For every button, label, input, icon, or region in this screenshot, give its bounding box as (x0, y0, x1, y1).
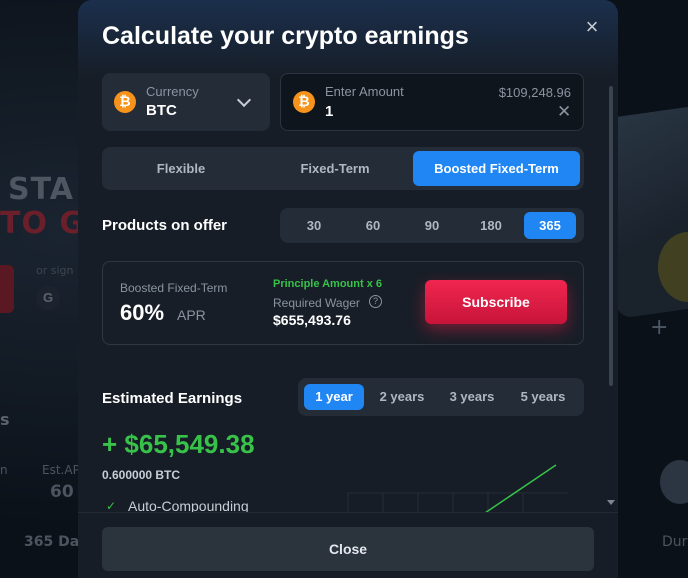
hero-line-1: STA (8, 172, 74, 207)
tab-30-days[interactable]: 30 (288, 212, 340, 239)
tab-90-days[interactable]: 90 (406, 212, 458, 239)
earnings-calculator-modal: Calculate your crypto earnings × ₿ Curre… (78, 0, 618, 578)
estimated-earnings-btc: 0.600000 BTC (102, 468, 181, 482)
tab-3-years[interactable]: 3 years (440, 384, 504, 410)
currency-value: BTC (146, 102, 177, 119)
bitcoin-icon: ₿ (293, 91, 315, 113)
estimated-earnings-label: Estimated Earnings (102, 390, 243, 407)
clear-icon[interactable]: ✕ (557, 103, 571, 120)
estimated-earnings-amount: + $65,549.38 (102, 429, 255, 459)
amount-usd-value: $109,248.96 (498, 85, 571, 100)
chart-grid (347, 492, 568, 512)
modal-footer: Close (78, 512, 618, 578)
background-section-title: s (0, 410, 11, 429)
bitcoin-icon: ₿ (114, 91, 136, 113)
plus-decoration: + (650, 315, 670, 340)
background-duration-label: Dur (662, 534, 688, 550)
offer-card: Boosted Fixed-Term 60% APR Principle Amo… (102, 261, 584, 345)
close-button[interactable]: Close (102, 527, 594, 571)
year-tabs: 1 year 2 years 3 years 5 years (298, 378, 584, 416)
amount-label: Enter Amount (325, 84, 404, 99)
tab-2-years[interactable]: 2 years (370, 384, 434, 410)
chart-earnings-line (485, 464, 557, 512)
tab-flexible[interactable]: Flexible (106, 151, 256, 186)
offer-type-label: Boosted Fixed-Term (120, 281, 228, 295)
modal-title: Calculate your crypto earnings (102, 22, 469, 50)
products-on-offer-label: Products on offer (102, 217, 228, 234)
tab-boosted-fixed-term[interactable]: Boosted Fixed-Term (413, 151, 580, 186)
tab-5-years[interactable]: 5 years (510, 384, 576, 410)
check-icon: ✓ (106, 499, 117, 512)
subscribe-button[interactable]: Subscribe (425, 280, 567, 324)
principle-multiplier-text: Principle Amount x 6 (273, 278, 383, 290)
tab-365-days[interactable]: 365 (524, 212, 576, 239)
background-apr-value: 60 (50, 482, 74, 502)
google-icon: G (36, 286, 60, 310)
modal-scroll-area[interactable]: Calculate your crypto earnings × ₿ Curre… (78, 0, 618, 512)
tab-60-days[interactable]: 60 (347, 212, 399, 239)
scrollbar-thumb[interactable] (609, 86, 613, 386)
earnings-chart (347, 464, 568, 512)
background-cta-button (0, 265, 14, 313)
term-days-tabs: 30 60 90 180 365 (280, 208, 584, 243)
apr-value: 60% (120, 300, 165, 325)
auto-compounding-label: Auto-Compounding (128, 498, 249, 512)
required-wager-value: $655,493.76 (273, 312, 351, 328)
required-wager-label: Required Wager (273, 296, 360, 310)
amount-value[interactable]: 1 (325, 103, 333, 120)
tab-180-days[interactable]: 180 (465, 212, 517, 239)
hero-line-2: TO G (0, 206, 86, 241)
tab-1-year[interactable]: 1 year (304, 384, 364, 410)
scroll-down-arrow-icon[interactable] (607, 500, 615, 505)
info-icon[interactable]: ? (369, 295, 382, 308)
apr-unit: APR (177, 307, 206, 323)
tab-fixed-term[interactable]: Fixed-Term (260, 151, 410, 186)
currency-select[interactable]: ₿ Currency BTC (102, 73, 270, 131)
sign-in-text: or sign (36, 264, 74, 277)
product-type-tabs: Flexible Fixed-Term Boosted Fixed-Term (102, 147, 584, 190)
background-est-apr-label: Est.AP (42, 463, 80, 477)
currency-label: Currency (146, 84, 199, 99)
chevron-down-icon (236, 92, 252, 108)
amount-input[interactable]: ₿ Enter Amount 1 $109,248.96 ✕ (280, 73, 584, 131)
background-col-label: n (0, 463, 9, 477)
close-icon[interactable]: × (581, 16, 603, 38)
